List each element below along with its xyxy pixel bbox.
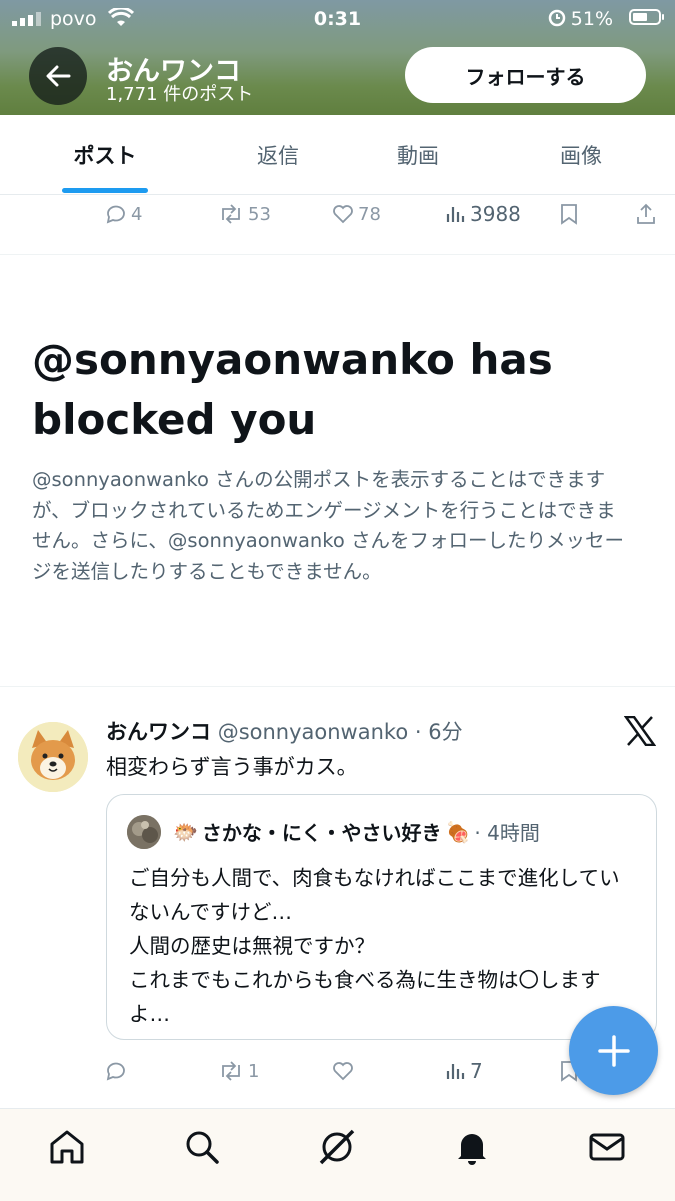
nav-messages[interactable]	[585, 1125, 629, 1169]
share-icon	[637, 203, 655, 224]
tab-videos[interactable]: 動画	[333, 115, 503, 194]
quoted-text: ご自分も人間で、肉食もなければここまで進化していないんですけど… 人間の歴史は無…	[129, 866, 620, 1026]
home-icon	[50, 1130, 84, 1164]
views-button[interactable]: 3988	[446, 199, 521, 229]
x-logo-icon	[624, 716, 656, 746]
shiba-avatar-image	[18, 722, 88, 792]
compose-plus-icon	[597, 1034, 630, 1067]
views-count: 7	[470, 1059, 483, 1083]
repost-icon	[222, 204, 240, 224]
tweet-author-handle[interactable]: @sonnyaonwanko	[218, 720, 408, 744]
tab-images[interactable]: 画像	[496, 115, 666, 194]
tweet-text: 相変わらず言う事がカス。	[106, 755, 358, 779]
profile-tabs: ポスト 返信 動画 画像	[0, 115, 675, 195]
tweet-author-name[interactable]: おんワンコ	[106, 720, 211, 744]
bottom-navigation	[0, 1108, 675, 1201]
repost-count: 53	[248, 203, 271, 225]
like-icon	[333, 205, 353, 224]
blocked-description: @sonnyaonwanko さんの公開ポストを表示することはできますが、ブロッ…	[32, 468, 624, 583]
alarm-icon	[548, 9, 566, 27]
messages-icon	[589, 1133, 625, 1161]
repost-button[interactable]: 53	[218, 199, 271, 229]
bookmark-button[interactable]	[560, 199, 578, 229]
blocked-title: @sonnyaonwanko has blocked you	[32, 335, 553, 444]
avatar[interactable]	[18, 722, 88, 792]
repost-button[interactable]: 1	[218, 1056, 259, 1086]
meat-emoji: 🍖	[445, 819, 471, 844]
battery-icon	[629, 9, 664, 25]
back-arrow-icon	[46, 65, 71, 87]
reply-icon	[106, 205, 125, 224]
reply-count: 4	[131, 203, 143, 225]
repost-icon	[222, 1061, 240, 1081]
battery-percent: 51%	[570, 8, 613, 30]
views-button[interactable]: 7	[446, 1056, 483, 1086]
views-count: 3988	[470, 202, 521, 226]
quoted-author-name: さかな・にく・やさい好き	[201, 821, 442, 845]
quoted-header: 🐡 さかな・にく・やさい好き 🍖 · 4時間	[173, 817, 540, 846]
nav-home[interactable]	[45, 1125, 89, 1169]
quoted-time: · 4時間	[474, 821, 540, 845]
quoted-avatar	[127, 815, 161, 849]
like-button[interactable]	[332, 1056, 358, 1086]
like-icon	[333, 1062, 353, 1081]
views-icon	[446, 207, 465, 222]
quoted-tweet[interactable]: 🐡 さかな・にく・やさい好き 🍖 · 4時間 ご自分も人間で、肉食もなければここ…	[106, 794, 657, 1040]
status-bar: povo 0:31 51%	[0, 0, 675, 38]
nav-grok[interactable]	[315, 1125, 359, 1169]
tweet-header: おんワンコ @sonnyaonwanko · 6分	[106, 716, 463, 746]
profile-header: povo 0:31 51% おんワンコ 1,771 件のポスト フォローする	[0, 0, 675, 115]
tab-posts[interactable]: ポスト	[20, 115, 190, 194]
reply-icon	[106, 1062, 125, 1081]
notifications-icon	[458, 1134, 486, 1165]
like-count: 78	[358, 203, 381, 225]
reply-button[interactable]	[105, 1056, 131, 1086]
like-button[interactable]: 78	[332, 199, 381, 229]
views-icon	[446, 1064, 465, 1079]
share-button[interactable]	[636, 199, 656, 229]
compose-button[interactable]	[569, 1006, 658, 1095]
search-icon	[186, 1131, 219, 1164]
reply-button[interactable]: 4	[105, 199, 142, 229]
follow-button[interactable]: フォローする	[405, 47, 646, 103]
back-button[interactable]	[29, 47, 87, 105]
tweet-time[interactable]: · 6分	[415, 720, 463, 744]
header-post-count: 1,771 件のポスト	[106, 84, 254, 105]
puffer-emoji: 🐡	[173, 819, 198, 844]
bookmark-icon	[561, 204, 577, 225]
divider	[0, 686, 675, 687]
active-tab-indicator	[62, 188, 148, 193]
repost-count: 1	[248, 1060, 260, 1082]
nav-search[interactable]	[180, 1125, 224, 1169]
prev-post-actions: 4 53 78 3988	[0, 199, 675, 229]
grok-icon	[319, 1129, 355, 1165]
nav-notifications[interactable]	[450, 1125, 494, 1169]
divider	[0, 254, 675, 255]
